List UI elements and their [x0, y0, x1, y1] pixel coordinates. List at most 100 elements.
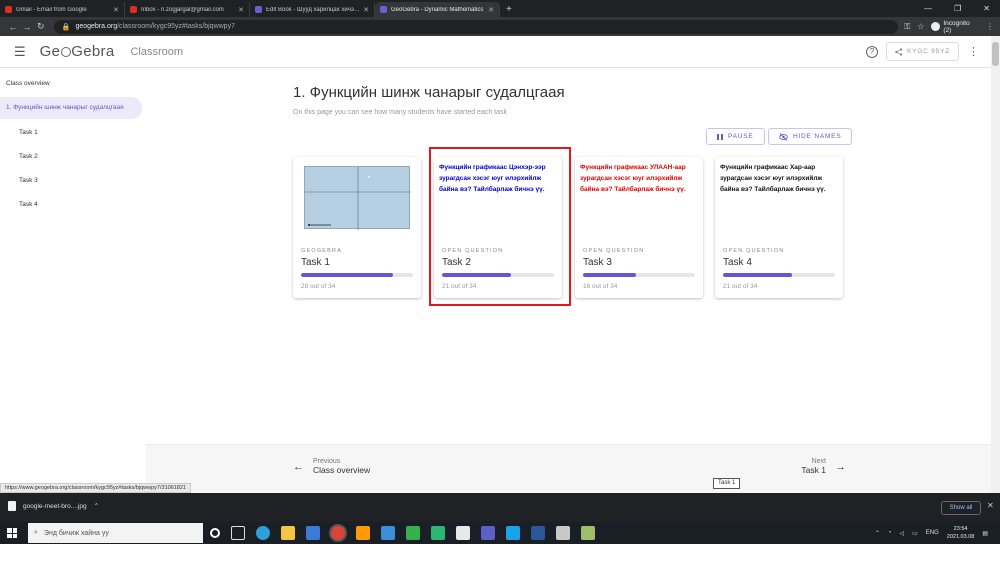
- battery-icon[interactable]: ▭: [912, 530, 918, 537]
- browser-tab-gmail[interactable]: Gmail - Email from Google ✕: [0, 2, 125, 17]
- window-close-icon[interactable]: ✕: [983, 4, 990, 13]
- progress-bar: [301, 273, 413, 277]
- minimize-icon[interactable]: —: [924, 4, 932, 13]
- chrome-icon[interactable]: [331, 526, 345, 540]
- page-scrollbar[interactable]: [991, 36, 1000, 493]
- store-icon[interactable]: [306, 526, 320, 540]
- reload-icon[interactable]: ↻: [34, 21, 48, 32]
- clock-time: 23:54: [953, 526, 968, 532]
- graph-thumbnail: [304, 166, 411, 230]
- tab-label: Edit Book - Шууд харилцах хичээл: [266, 6, 361, 13]
- close-icon[interactable]: ✕: [987, 501, 994, 510]
- browser-tab-inbox[interactable]: Inbox - n.zogjargal@gmail.com ✕: [125, 2, 250, 17]
- pause-button[interactable]: PAUSE: [706, 128, 765, 145]
- taskbar-search[interactable]: ⌕ Энд бичиж хайна уу: [28, 523, 203, 543]
- chevron-up-icon[interactable]: ⌃: [875, 530, 880, 537]
- previous-link[interactable]: ← Previous Class overview: [293, 458, 370, 475]
- camtasia-icon[interactable]: [406, 526, 420, 540]
- app-icon[interactable]: [381, 526, 395, 540]
- network-icon[interactable]: ◔: [888, 530, 892, 536]
- clock-date: 2021.03.08: [946, 534, 975, 540]
- forward-icon[interactable]: →: [20, 22, 34, 32]
- app-icon[interactable]: [581, 526, 595, 540]
- app-icon[interactable]: [456, 526, 470, 540]
- close-icon[interactable]: ✕: [113, 6, 119, 14]
- next-link[interactable]: Next Task 1 →: [801, 458, 846, 475]
- lock-icon: 🔒: [61, 23, 71, 31]
- star-icon[interactable]: ☆: [917, 22, 924, 31]
- notification-icon[interactable]: ▤: [982, 530, 988, 537]
- close-icon[interactable]: ✕: [363, 6, 369, 14]
- url-host: geogebra.org: [75, 23, 118, 30]
- app-icon[interactable]: [506, 526, 520, 540]
- cortana-icon[interactable]: [210, 528, 220, 538]
- task-type: OPEN QUESTION: [583, 248, 645, 254]
- hide-names-button[interactable]: HIDE NAMES: [768, 128, 853, 145]
- task-card-3[interactable]: Функцийн графикаас УЛААН-аар зурагдсан х…: [575, 157, 703, 298]
- word-icon[interactable]: [531, 526, 545, 540]
- class-code: KYGC 95YZ: [907, 48, 950, 55]
- student-count: 28 out of 34: [301, 283, 336, 290]
- edge-icon[interactable]: [256, 526, 270, 540]
- more-options-icon[interactable]: ⋮: [968, 46, 979, 58]
- download-item[interactable]: google-meet-bro....jpg ⌃: [8, 501, 99, 511]
- browser-tab-edit-book[interactable]: Edit Book - Шууд харилцах хичээл ✕: [250, 2, 375, 17]
- pause-label: PAUSE: [728, 133, 754, 140]
- window-controls: — ❐ ✕: [924, 0, 1000, 17]
- previous-caption: Previous: [313, 458, 341, 465]
- sidebar-item-class-overview[interactable]: Class overview: [6, 80, 50, 87]
- next-target: Task 1: [801, 465, 826, 475]
- help-icon[interactable]: ?: [866, 46, 878, 58]
- language-indicator[interactable]: ENG: [926, 530, 939, 536]
- scrollbar-thumb[interactable]: [992, 42, 999, 66]
- maximize-icon[interactable]: ❐: [954, 4, 961, 13]
- share-code-button[interactable]: KYGC 95YZ: [886, 42, 959, 61]
- teams-icon[interactable]: [481, 526, 495, 540]
- show-all-button[interactable]: Show all: [941, 501, 981, 515]
- sidebar-item-task-3[interactable]: Task 3: [19, 177, 38, 184]
- illustrator-icon[interactable]: [356, 526, 370, 540]
- url-input[interactable]: 🔒 geogebra.org/classroom/kygc95yz#tasks/…: [53, 19, 899, 34]
- key-icon[interactable]: ⚿: [904, 22, 910, 32]
- app-icon[interactable]: [556, 526, 570, 540]
- new-tab-icon[interactable]: +: [506, 2, 512, 17]
- browser-tab-strip: Gmail - Email from Google ✕ Inbox - n.zo…: [0, 0, 1000, 17]
- browser-menu-icon[interactable]: ⋮: [986, 22, 994, 31]
- download-filename: google-meet-bro....jpg: [23, 502, 87, 510]
- file-explorer-icon[interactable]: [281, 526, 295, 540]
- file-icon: [8, 501, 16, 511]
- task-name: Task 3: [583, 257, 612, 268]
- taskbar: ⌕ Энд бичиж хайна уу ⌃ ◔ ◁ ▭ ENG 23:54 2…: [0, 522, 1000, 544]
- sidebar-item-task-2[interactable]: Task 2: [19, 153, 38, 160]
- incognito-label: Incognito (2): [943, 19, 970, 34]
- close-icon[interactable]: ✕: [238, 6, 244, 14]
- sidebar-item-task-4[interactable]: Task 4: [19, 201, 38, 208]
- windows-start-icon[interactable]: [7, 528, 17, 538]
- browser-tab-geogebra[interactable]: GeoGebra - Dynamic Mathematics ✕: [375, 2, 500, 17]
- sidebar-item-task-1[interactable]: Task 1: [19, 129, 38, 136]
- back-icon[interactable]: ←: [6, 22, 20, 32]
- url-path: /classroom/kygc95yz#tasks/bjqwwpy7: [117, 23, 235, 30]
- task-preview: Функцийн графикаас УЛААН-аар зурагдсан х…: [575, 157, 703, 241]
- task-card-1[interactable]: GEOGEBRA Task 1 28 out of 34: [293, 157, 421, 298]
- tab-label: Inbox - n.zogjargal@gmail.com: [141, 6, 224, 13]
- incognito-icon: [931, 22, 941, 31]
- next-caption: Next: [811, 458, 826, 465]
- incognito-indicator[interactable]: Incognito (2): [931, 20, 979, 34]
- app-icon[interactable]: [431, 526, 445, 540]
- task-view-icon[interactable]: [231, 526, 245, 540]
- previous-target: Class overview: [313, 465, 371, 475]
- clock[interactable]: 23:54 2021.03.08: [947, 525, 975, 541]
- volume-icon[interactable]: ◁: [899, 530, 904, 537]
- student-count: 16 out of 34: [583, 283, 618, 290]
- chevron-up-icon[interactable]: ⌃: [94, 502, 99, 510]
- tooltip: Task 1: [713, 478, 741, 489]
- close-icon[interactable]: ✕: [488, 6, 494, 14]
- tab-label: Gmail - Email from Google: [16, 6, 87, 13]
- sidebar-item-activity[interactable]: 1. Функцийн шинж чанарыг судалцгаая: [0, 97, 142, 119]
- task-card-4[interactable]: Функцийн графикаас Хар-аар зурагдсан хэс…: [715, 157, 843, 298]
- hamburger-menu-icon[interactable]: ☰: [14, 44, 26, 60]
- geogebra-logo[interactable]: Ge Gebra: [40, 43, 115, 60]
- hide-names-label: HIDE NAMES: [793, 133, 842, 140]
- search-placeholder: Энд бичиж хайна уу: [43, 529, 109, 537]
